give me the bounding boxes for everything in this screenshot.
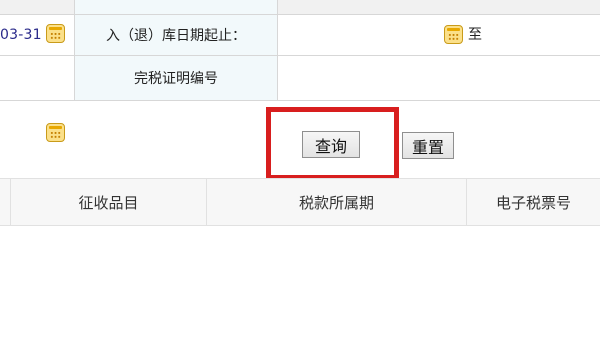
- column-header-tax-period[interactable]: 税款所属期: [206, 179, 466, 225]
- inbound-date-range: [278, 15, 600, 55]
- certificate-number-input[interactable]: [278, 56, 600, 100]
- calendar-icon[interactable]: [46, 123, 65, 142]
- top-row-cell: [0, 0, 75, 14]
- top-row-cell: [278, 0, 600, 14]
- column-header-e-ticket-number[interactable]: 电子税票号: [466, 179, 600, 225]
- certificate-number-label: 完税证明编号: [75, 56, 278, 100]
- column-header-tax-item[interactable]: 征收品目: [10, 179, 206, 225]
- top-row-cell: [75, 0, 278, 14]
- date-range-to-label: 至: [468, 27, 482, 43]
- form-row-certificate: 完税证明编号: [0, 56, 600, 142]
- date-field-cell[interactable]: [0, 56, 75, 142]
- calendar-icon[interactable]: [444, 25, 463, 44]
- results-table-header: 征收品目 税款所属期 电子税票号: [0, 178, 600, 226]
- form-row-date: 03-31 入（退）库日期起止：: [0, 15, 600, 56]
- tax-query-page: 03-31 入（退）库日期起止： 完税证明编号 至 查询 重置 征收品目 税款所…: [0, 0, 600, 350]
- reset-button[interactable]: 重置: [402, 132, 454, 159]
- date-value[interactable]: 03-31: [0, 27, 42, 43]
- calendar-icon[interactable]: [46, 24, 65, 43]
- inbound-date-label: 入（退）库日期起止：: [75, 15, 278, 55]
- highlight-annotation: [266, 107, 399, 180]
- form-top-row: [0, 0, 600, 15]
- date-field-cell[interactable]: 03-31: [0, 15, 75, 55]
